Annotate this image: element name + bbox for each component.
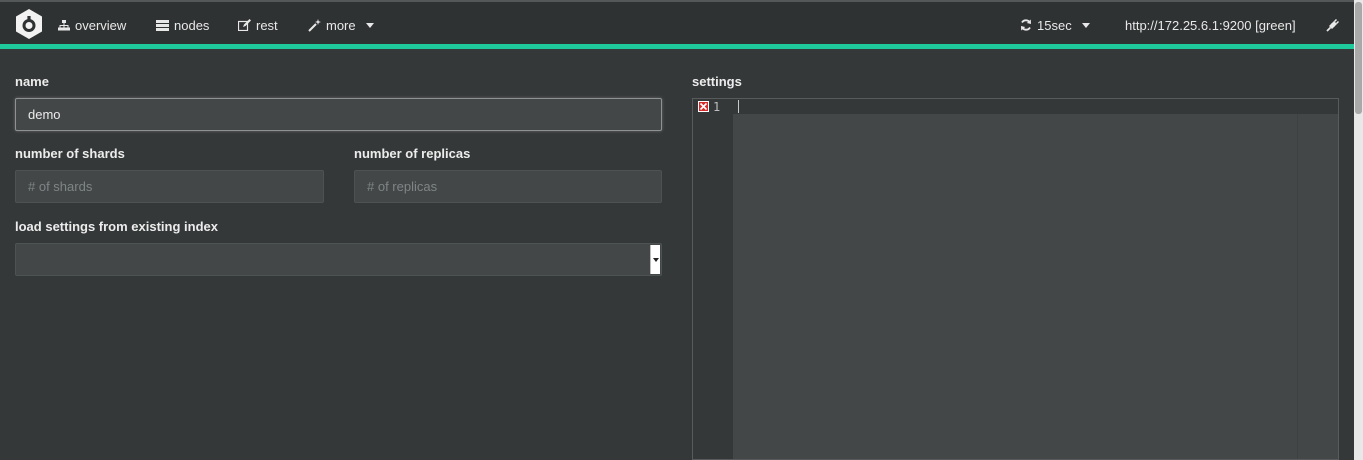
nav-rest[interactable]: rest: [238, 16, 278, 34]
nav-rest-label: rest: [256, 17, 278, 33]
nav-nodes[interactable]: nodes: [156, 16, 209, 34]
load-settings-select[interactable]: [15, 243, 662, 276]
nav-overview[interactable]: overview: [58, 16, 126, 34]
refresh-interval-label: 15sec: [1037, 17, 1072, 33]
error-x-icon: [698, 101, 709, 112]
line-number: 1: [713, 100, 721, 114]
magic-wand-icon: [308, 18, 321, 32]
page-scrollbar[interactable]: [1354, 0, 1363, 460]
shards-label: number of shards: [15, 146, 125, 161]
refresh-icon: [1021, 19, 1031, 31]
settings-label: settings: [692, 74, 742, 89]
nav-more-label: more: [326, 17, 356, 33]
editor-print-margin: [1297, 114, 1298, 459]
cluster-url[interactable]: http://172.25.6.1:9200 [green]: [1125, 16, 1296, 34]
cerebro-logo-icon[interactable]: [14, 8, 44, 40]
name-label: name: [15, 74, 49, 89]
server-icon: [156, 19, 169, 31]
sitemap-icon: [58, 19, 70, 30]
navbar-accent-bar: [0, 44, 1354, 49]
editor-cursor: [738, 100, 739, 113]
editor-active-line: [733, 99, 1338, 114]
chevron-down-icon: [365, 22, 374, 28]
edit-icon: [238, 19, 251, 31]
nav-more[interactable]: more: [308, 16, 374, 34]
disconnect-button[interactable]: [1326, 16, 1339, 34]
cluster-url-label: http://172.25.6.1:9200 [green]: [1125, 17, 1296, 33]
chevron-down-icon: [652, 257, 659, 262]
replicas-input[interactable]: [354, 170, 662, 203]
plug-icon: [1326, 18, 1339, 32]
chevron-down-icon: [1081, 22, 1090, 28]
editor-gutter: 1: [693, 99, 733, 459]
settings-json-editor[interactable]: 1: [692, 98, 1339, 460]
index-name-input[interactable]: [15, 98, 662, 131]
scrollbar-thumb[interactable]: [1355, 2, 1362, 114]
shards-input[interactable]: [15, 170, 324, 203]
replicas-label: number of replicas: [354, 146, 471, 161]
top-navbar: overview nodes rest more 15sec http://17…: [0, 0, 1354, 46]
load-settings-label: load settings from existing index: [15, 219, 218, 234]
select-dropdown-button[interactable]: [650, 245, 660, 274]
nav-nodes-label: nodes: [174, 17, 210, 33]
nav-overview-label: overview: [75, 17, 127, 33]
refresh-interval-dropdown[interactable]: 15sec: [1020, 16, 1090, 34]
